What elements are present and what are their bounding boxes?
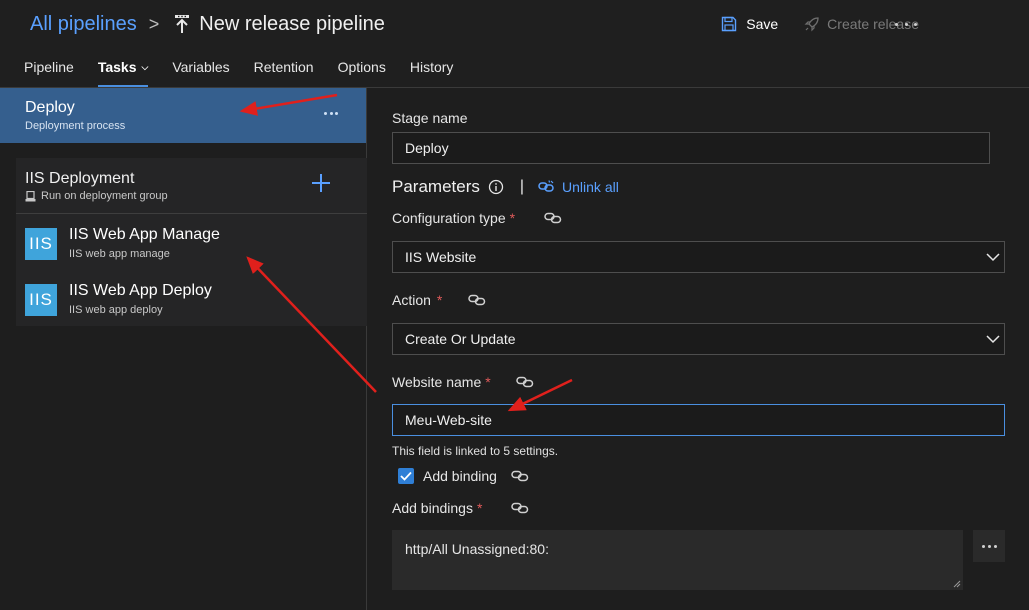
add-bindings-label-text: Add bindings	[392, 500, 473, 516]
task-iis-web-app-deploy[interactable]: IIS IIS Web App Deploy IIS web app deplo…	[16, 270, 367, 326]
website-name-label-text: Website name	[392, 374, 482, 390]
add-bindings-value: http/All Unassigned:80:	[405, 541, 549, 557]
all-pipelines-link[interactable]: All pipelines	[30, 13, 137, 36]
task-subtitle: IIS web app deploy	[69, 304, 163, 316]
tab-pipeline[interactable]: Pipeline	[24, 59, 74, 87]
task-iis-web-app-manage[interactable]: IIS IIS Web App Manage IIS web app manag…	[16, 214, 367, 270]
resize-handle-icon[interactable]	[953, 580, 961, 588]
add-binding-label[interactable]: Add binding	[423, 468, 497, 484]
task-title: IIS Web App Manage	[69, 226, 220, 243]
check-icon	[400, 471, 412, 481]
website-name-input[interactable]: Meu-Web-site	[392, 404, 1005, 436]
agent-icon	[25, 190, 36, 201]
action-label-text: Action	[392, 292, 431, 308]
required-mark: *	[485, 374, 491, 390]
task-list-panel: Deploy Deployment process IIS Deployment…	[0, 88, 367, 610]
tab-label: Options	[337, 59, 386, 75]
required-mark: *	[509, 210, 516, 226]
config-type-value: IIS Website	[405, 249, 477, 265]
action-value: Create Or Update	[405, 331, 516, 347]
tab-history[interactable]: History	[410, 59, 454, 87]
rocket-icon	[804, 17, 819, 32]
tab-label: Pipeline	[24, 59, 74, 75]
stage-subtitle: Deployment process	[25, 120, 126, 132]
stage-more-icon[interactable]	[324, 112, 338, 116]
config-type-label: Configuration type *	[392, 210, 515, 226]
linked-settings-helper: This field is linked to 5 settings.	[392, 444, 559, 458]
config-type-label-text: Configuration type	[392, 210, 506, 226]
tab-label: Variables	[172, 59, 230, 75]
deployment-phase: IIS Deployment Run on deployment group I…	[16, 158, 367, 326]
unlink-all-label: Unlink all	[562, 179, 619, 195]
tab-label: History	[409, 59, 454, 75]
header: All pipelines > New release pipeline Sav…	[0, 0, 1029, 88]
breadcrumb: All pipelines > New release pipeline	[30, 10, 385, 38]
link-icon[interactable]	[544, 212, 562, 224]
stage-title: Deploy	[25, 99, 75, 116]
breadcrumb-separator: >	[148, 13, 160, 34]
tab-retention[interactable]: Retention	[254, 59, 314, 87]
action-label: Action *	[392, 292, 442, 308]
add-bindings-label: Add bindings *	[392, 500, 482, 516]
stage-name-label-text: Stage name	[392, 110, 468, 126]
save-icon	[722, 16, 737, 32]
plus-icon[interactable]	[312, 174, 330, 192]
separator: |	[519, 178, 525, 195]
iis-icon: IIS	[25, 228, 57, 260]
stage-deploy-card[interactable]: Deploy Deployment process	[0, 88, 366, 143]
tab-bar: Pipeline Tasks ⌵ Variables Retention Opti…	[24, 59, 477, 87]
more-icon[interactable]	[895, 14, 917, 34]
phase-title: IIS Deployment	[25, 170, 135, 187]
config-type-select[interactable]: IIS Website	[392, 241, 1005, 273]
chevron-down-icon	[986, 335, 1000, 344]
tab-label: Retention	[253, 59, 314, 75]
chevron-down-icon: ⌵	[141, 62, 149, 72]
phase-header[interactable]: IIS Deployment Run on deployment group	[16, 158, 367, 214]
header-actions: Save Create release	[721, 12, 919, 36]
stage-settings-panel: Stage name Deploy Parameters | Unlink al…	[368, 88, 1029, 610]
bindings-more-button[interactable]	[973, 530, 1005, 562]
save-label: Save	[746, 16, 779, 32]
add-bindings-textarea[interactable]: http/All Unassigned:80:	[392, 530, 963, 590]
chevron-down-icon	[986, 253, 1000, 262]
tab-options[interactable]: Options	[338, 59, 386, 87]
required-mark: *	[476, 500, 483, 516]
parameters-header: Parameters | Unlink all	[392, 176, 619, 198]
stage-name-input[interactable]: Deploy	[392, 132, 990, 164]
add-binding-checkbox[interactable]	[398, 468, 414, 484]
link-icon[interactable]	[511, 470, 529, 482]
stage-name-label: Stage name	[392, 110, 468, 126]
link-icon[interactable]	[516, 376, 534, 388]
tab-tasks[interactable]: Tasks ⌵	[97, 59, 149, 87]
action-select[interactable]: Create Or Update	[392, 323, 1005, 355]
unlink-icon	[538, 180, 554, 192]
unlink-all-button[interactable]: Unlink all	[538, 179, 619, 195]
task-subtitle: IIS web app manage	[69, 248, 170, 260]
pipeline-icon	[173, 14, 191, 34]
website-name-label: Website name *	[392, 374, 491, 390]
save-button[interactable]: Save	[721, 16, 778, 32]
phase-subtitle: Run on deployment group	[25, 190, 168, 202]
parameters-title: Parameters	[392, 177, 480, 196]
required-mark: *	[436, 292, 443, 308]
info-icon[interactable]	[488, 179, 504, 195]
iis-icon: IIS	[25, 284, 57, 316]
tab-label: Tasks	[97, 59, 137, 75]
task-title: IIS Web App Deploy	[69, 282, 212, 299]
page-title: New release pipeline	[199, 12, 385, 35]
phase-subtitle-text: Run on deployment group	[41, 190, 168, 202]
tab-variables[interactable]: Variables	[172, 59, 229, 87]
link-icon[interactable]	[468, 294, 486, 306]
link-icon[interactable]	[511, 502, 529, 514]
